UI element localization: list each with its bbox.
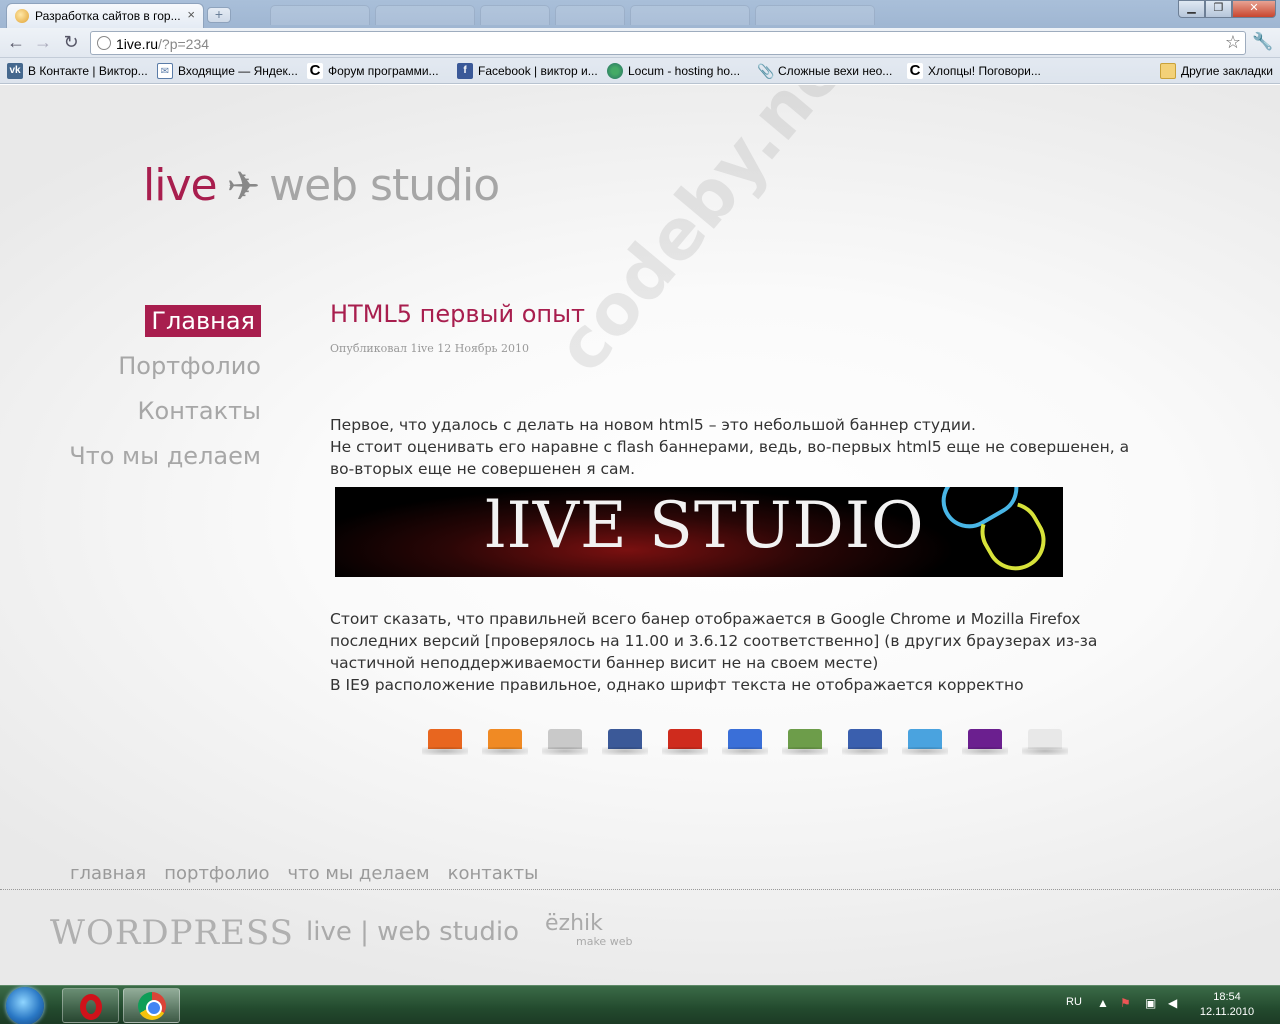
new-tab-button[interactable]: + (207, 7, 231, 23)
footer-navigation: главная портфолио что мы делаем контакты (70, 863, 538, 884)
other-bookmarks[interactable]: Другие закладки (1160, 62, 1273, 80)
print-icon[interactable] (542, 729, 588, 755)
close-window-button[interactable]: ✕ (1232, 0, 1276, 18)
wrench-menu-icon[interactable]: 🔧 (1252, 32, 1273, 52)
browser-titlebar: Разработка сайтов в гор... × + ▁ ❐ ✕ (0, 0, 1280, 28)
wordpress-logo[interactable]: WORDPRESS (50, 913, 294, 953)
facebook-icon[interactable] (602, 729, 648, 755)
bookmark-item[interactable]: C Форум программи... (307, 62, 439, 80)
rss-icon[interactable] (482, 729, 528, 755)
reload-icon[interactable]: ↻ (60, 32, 82, 54)
bookmark-item[interactable]: Locum - hosting ho... (607, 62, 740, 80)
footer-studio-logo[interactable]: live | web studio (306, 917, 519, 947)
address-bar[interactable]: 1ive.ru/?p=234 ☆ (90, 31, 1246, 55)
background-tab[interactable] (555, 5, 625, 25)
background-tab[interactable] (270, 5, 370, 25)
nav-item-services[interactable]: Что мы делаем (0, 435, 261, 478)
address-url[interactable]: 1ive.ru/?p=234 (116, 36, 209, 52)
chrome-icon (138, 992, 166, 1020)
paperclip-icon: 📎 (757, 63, 775, 79)
site-favicon-icon (15, 9, 29, 23)
taskbar-opera[interactable] (62, 988, 119, 1023)
bookmark-item[interactable]: 📎 Сложные вехи нео... (757, 62, 892, 80)
nav-item-home[interactable]: Главная (0, 300, 261, 343)
airplane-icon: ✈ (226, 164, 261, 210)
main-navigation: Главная Портфолио Контакты Что мы делаем (0, 300, 261, 480)
bookmark-item[interactable]: C Хлопцы! Поговори... (907, 62, 1041, 80)
share-bar (422, 729, 1078, 755)
bookmarks-bar: vk В Контакте | Виктор... ✉ Входящие — Янд… (0, 58, 1280, 84)
maximize-button[interactable]: ❐ (1205, 0, 1232, 18)
forward-arrow-icon[interactable]: → (32, 32, 54, 54)
browser-tab-active[interactable]: Разработка сайтов в гор... × (6, 3, 204, 28)
system-clock[interactable]: 18:54 12.11.2010 (1196, 990, 1258, 1020)
nav-item-contacts[interactable]: Контакты (0, 390, 261, 433)
volume-icon[interactable]: ◀ (1168, 996, 1177, 1010)
tray-expand-icon[interactable]: ▲ (1097, 996, 1109, 1010)
html5-banner: lIVE STUDIO (335, 487, 1063, 577)
footer-divider (0, 889, 1280, 890)
window-controls: ▁ ❐ ✕ (1178, 0, 1276, 18)
blog-post: HTML5 первый опыт Опубликовал 1ive 12 Но… (330, 300, 1150, 694)
google-buzz-icon[interactable] (722, 729, 768, 755)
blogger-icon[interactable] (422, 729, 468, 755)
browser-toolbar: ← → ↻ 1ive.ru/?p=234 ☆ 🔧 (0, 28, 1280, 58)
start-button[interactable] (6, 987, 44, 1024)
tab-close-icon[interactable]: × (187, 7, 195, 22)
taskbar-chrome[interactable] (123, 988, 180, 1023)
back-arrow-icon[interactable]: ← (5, 32, 27, 54)
opera-icon (80, 994, 102, 1020)
banner-text: lIVE STUDIO (485, 489, 925, 563)
post-paragraph: Стоит сказать, что правильней всего бане… (330, 610, 1098, 694)
ezhik-logo[interactable]: ëzhik (545, 911, 603, 936)
tab-title: Разработка сайтов в гор... (35, 9, 181, 23)
bookmark-item[interactable]: f Facebook | виктор и... (457, 62, 598, 80)
background-tab[interactable] (755, 5, 875, 25)
ezhik-tagline: make web (576, 935, 633, 948)
background-tab[interactable] (480, 5, 550, 25)
yandex-icon[interactable] (1022, 729, 1068, 755)
minimize-button[interactable]: ▁ (1178, 0, 1205, 18)
folder-icon (1160, 63, 1176, 79)
bookmark-star-icon[interactable]: ☆ (1225, 32, 1241, 53)
post-title[interactable]: HTML5 первый опыт (330, 300, 1150, 336)
twitter-icon[interactable] (902, 729, 948, 755)
yahoo-icon[interactable] (962, 729, 1008, 755)
mail-icon: ✉ (157, 63, 173, 79)
bookmark-item[interactable]: ✉ Входящие — Яндек... (157, 62, 298, 80)
myspace-icon[interactable] (842, 729, 888, 755)
footer-link-portfolio[interactable]: портфолио (164, 863, 269, 884)
site-logo[interactable]: live ✈ web studio (143, 160, 500, 220)
footer-link-home[interactable]: главная (70, 863, 146, 884)
network-icon[interactable]: ▣ (1145, 996, 1156, 1010)
background-tab[interactable] (630, 5, 750, 25)
nav-item-portfolio[interactable]: Портфолио (0, 345, 261, 388)
background-tab[interactable] (375, 5, 475, 25)
bookmark-item[interactable]: vk В Контакте | Виктор... (7, 62, 148, 80)
footer-link-contacts[interactable]: контакты (448, 863, 539, 884)
action-center-icon[interactable]: ⚑ (1120, 996, 1131, 1010)
c-icon: C (307, 63, 323, 79)
footer-link-services[interactable]: что мы делаем (288, 863, 430, 884)
google-bookmarks-icon[interactable] (782, 729, 828, 755)
vk-icon: vk (7, 63, 23, 79)
gmail-icon[interactable] (662, 729, 708, 755)
locum-icon (607, 63, 623, 79)
page-globe-icon (97, 36, 111, 50)
post-meta: Опубликовал 1ive 12 Ноябрь 2010 (330, 342, 530, 355)
web-page: codeby.net live ✈ web studio Главная Портф… (0, 85, 1280, 985)
facebook-icon: f (457, 63, 473, 79)
c-icon: C (907, 63, 923, 79)
windows-taskbar: RU ▲ ⚑ ▣ ◀ 18:54 12.11.2010 (0, 985, 1280, 1024)
post-paragraph: Первое, что удалось с делать на новом ht… (330, 416, 1130, 478)
language-indicator[interactable]: RU (1066, 996, 1082, 1008)
